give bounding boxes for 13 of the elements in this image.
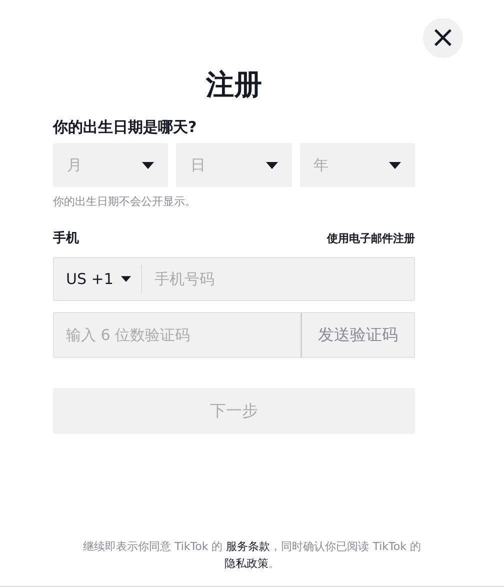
page-title: 注册 <box>204 68 263 102</box>
terms-link[interactable]: 服务条款 <box>226 540 270 553</box>
birthday-question: 你的出生日期是哪天? <box>53 118 198 137</box>
email-signup-link[interactable]: 使用电子邮件注册 <box>327 230 415 246</box>
privacy-link[interactable]: 隐私政策 <box>224 557 268 570</box>
terms-notice: 继续即表示你同意 TikTok 的 服务条款，同时确认你已阅读 TikTok 的 隐私政策。 <box>82 539 422 572</box>
phone-label: 手机 <box>53 230 79 247</box>
caret-icon <box>266 162 278 168</box>
birthday-hint: 你的出生日期不会公开显示。 <box>53 194 197 209</box>
close-button[interactable]: × <box>423 18 463 58</box>
caret-icon <box>388 162 401 168</box>
verification-code-field[interactable]: 输入 6 位数验证码 <box>53 312 301 358</box>
caret-icon <box>142 162 154 168</box>
